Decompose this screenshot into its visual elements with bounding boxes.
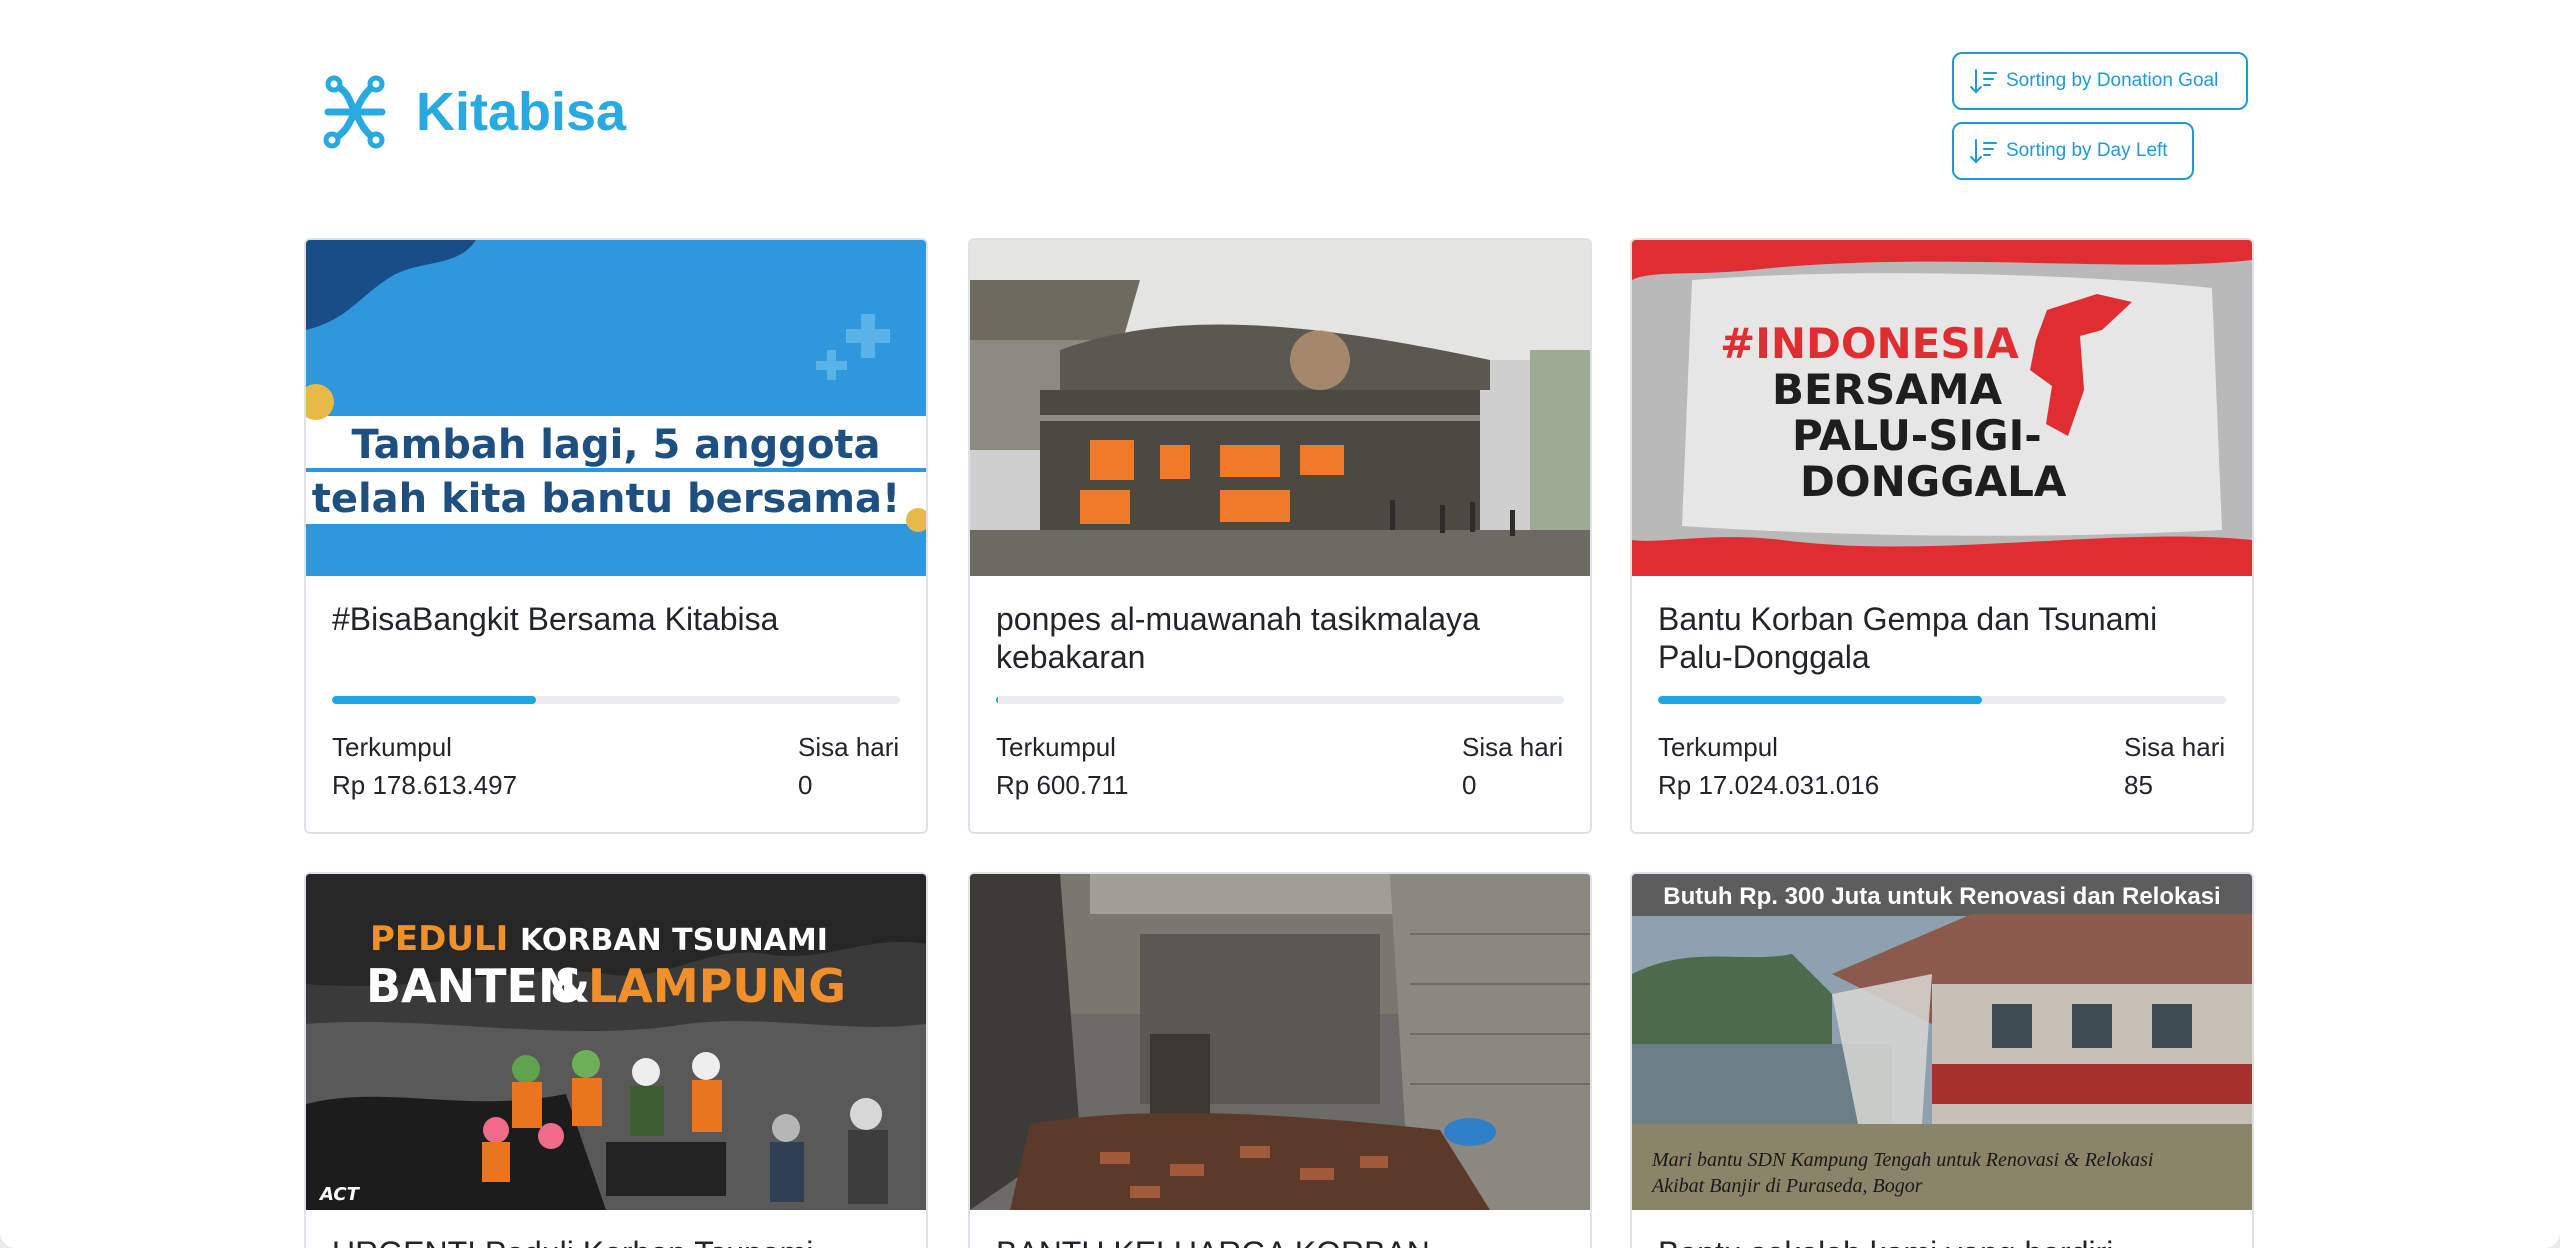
sort-descending-icon bbox=[1970, 69, 1997, 94]
collected-amount: Rp 600.711 bbox=[996, 770, 1129, 800]
sort-by-day-left-button[interactable]: Sorting by Day Left bbox=[1952, 122, 2194, 180]
collected-label: Terkumpul bbox=[1658, 732, 1778, 762]
campaign-title: Bantu Korban Gempa dan Tsunami Palu-Dong… bbox=[1658, 601, 2158, 675]
campaign-title: URGENT! Peduli Korban Tsunami bbox=[332, 1234, 900, 1248]
campaign-image: Tambah lagi, 5 anggota telah kita bantu … bbox=[306, 240, 926, 576]
image-text-line: & bbox=[550, 959, 590, 1013]
campaign-image: Butuh Rp. 300 Juta untuk Renovasi dan Re… bbox=[1632, 874, 2252, 1210]
progress-bar bbox=[1658, 696, 2226, 704]
campaign-image: PEDULI KORBAN TSUNAMI BANTEN & LAMPUNG A… bbox=[306, 874, 926, 1210]
page: Kitabisa Sorting by Donation Goal Sortin… bbox=[0, 0, 2560, 1248]
campaign-card[interactable]: BANTU KELUARGA KORBAN bbox=[968, 872, 1592, 1248]
days-left-label: Sisa hari bbox=[2124, 732, 2226, 762]
campaign-card[interactable]: Butuh Rp. 300 Juta untuk Renovasi dan Re… bbox=[1630, 872, 2254, 1248]
image-text-line: BANTEN bbox=[366, 959, 576, 1013]
image-text-line: DONGGALA bbox=[1800, 457, 2067, 506]
days-left-value: 0 bbox=[798, 770, 813, 800]
progress-fill bbox=[1658, 696, 1982, 704]
image-text-line: KORBAN TSUNAMI bbox=[520, 923, 828, 958]
image-text-line: PALU-SIGI- bbox=[1792, 411, 2042, 460]
image-text-line: Tambah lagi, 5 anggota bbox=[351, 422, 880, 468]
campaign-title: BANTU KELUARGA KORBAN bbox=[996, 1234, 1564, 1248]
image-text-line: Mari bantu SDN Kampung Tengah untuk Reno… bbox=[1651, 1149, 2153, 1171]
brand-name: Kitabisa bbox=[416, 82, 627, 142]
days-left-value: 0 bbox=[1462, 770, 1477, 800]
collected-amount: Rp 178.613.497 bbox=[332, 770, 518, 800]
sort-by-donation-goal-button[interactable]: Sorting by Donation Goal bbox=[1952, 52, 2248, 110]
days-left-label: Sisa hari bbox=[798, 732, 900, 762]
campaign-card[interactable]: Tambah lagi, 5 anggota telah kita bantu … bbox=[304, 238, 928, 834]
kitabisa-logo-icon bbox=[323, 75, 386, 149]
days-left-value: 85 bbox=[2124, 770, 2153, 800]
sort-by-donation-goal-label: Sorting by Donation Goal bbox=[2006, 70, 2219, 91]
campaign-card[interactable]: PEDULI KORBAN TSUNAMI BANTEN & LAMPUNG A… bbox=[304, 872, 928, 1248]
campaign-image bbox=[970, 874, 1590, 1210]
image-text-line: BERSAMA bbox=[1772, 365, 2003, 414]
collected-amount: Rp 17.024.031.016 bbox=[1658, 770, 1880, 800]
collected-label: Terkumpul bbox=[332, 732, 452, 762]
campaign-image: #INDONESIA BERSAMA PALU-SIGI- DONGGALA bbox=[1632, 240, 2252, 576]
image-text-line: telah kita bantu bersama! bbox=[312, 476, 901, 522]
days-left-label: Sisa hari bbox=[1462, 732, 1564, 762]
progress-fill bbox=[996, 696, 999, 704]
image-text-line: LAMPUNG bbox=[588, 959, 846, 1013]
campaign-title: Bantu sekolah kami yang berdiri bbox=[1658, 1234, 2226, 1248]
sort-descending-icon bbox=[1970, 139, 1997, 164]
progress-fill bbox=[332, 696, 537, 704]
image-text-line: #INDONESIA bbox=[1720, 319, 2019, 368]
campaign-card[interactable]: #INDONESIA BERSAMA PALU-SIGI- DONGGALA B… bbox=[1630, 238, 2254, 834]
campaign-title: ponpes al-muawanah tasikmalaya kebakaran bbox=[996, 601, 1480, 675]
progress-bar bbox=[996, 696, 1564, 704]
progress-bar bbox=[332, 696, 900, 704]
image-text-line: Akibat Banjir di Puraseda, Bogor bbox=[1650, 1175, 1923, 1197]
campaign-card[interactable]: ponpes al-muawanah tasikmalaya kebakaran… bbox=[968, 238, 1592, 834]
sort-by-day-left-label: Sorting by Day Left bbox=[2006, 140, 2168, 161]
image-text-line: PEDULI bbox=[370, 919, 508, 959]
campaign-title: #BisaBangkit Bersama Kitabisa bbox=[332, 601, 779, 637]
image-text-line: Butuh Rp. 300 Juta untuk Renovasi dan Re… bbox=[1663, 883, 2220, 910]
image-text-line: ACT bbox=[318, 1184, 361, 1205]
brand[interactable]: Kitabisa bbox=[320, 72, 626, 152]
campaign-image bbox=[970, 240, 1590, 576]
collected-label: Terkumpul bbox=[996, 732, 1116, 762]
